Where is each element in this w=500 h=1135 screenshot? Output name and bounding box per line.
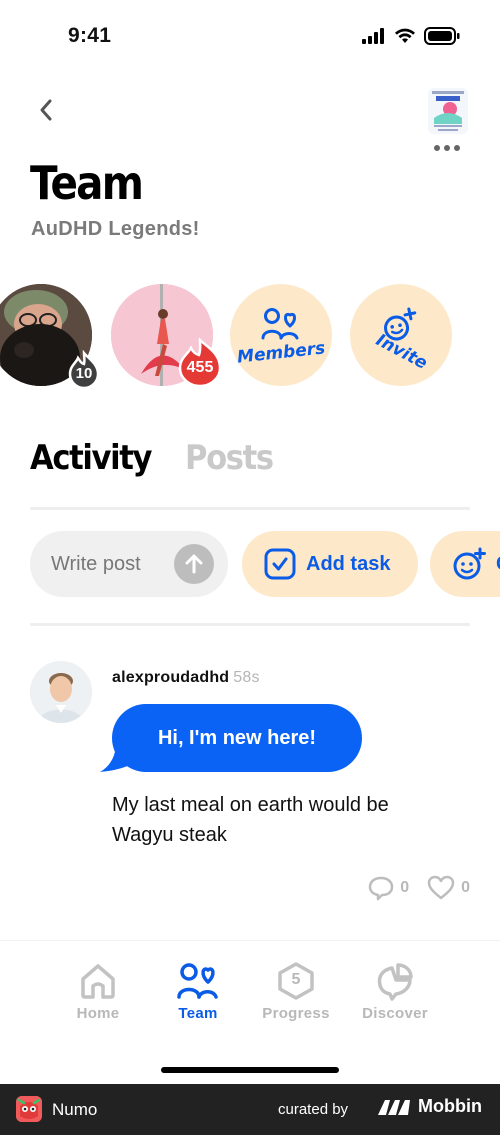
tab-bar: Activity Posts (30, 438, 282, 478)
more-dot (454, 145, 460, 151)
members-label: Members (236, 338, 326, 368)
divider (30, 507, 470, 510)
app-logo-art (16, 1096, 42, 1122)
heart-icon (427, 875, 455, 900)
streak-badge: 455 (174, 336, 226, 388)
post-stats: 0 0 (358, 875, 470, 901)
battery-icon (424, 27, 460, 45)
add-task-button[interactable]: Add task (242, 531, 418, 597)
comment-icon (368, 876, 394, 901)
tab-activity[interactable]: Activity (30, 438, 152, 478)
like-count: 0 (461, 879, 470, 896)
author-avatar[interactable] (30, 661, 92, 723)
app-logo (16, 1096, 42, 1122)
add-task-label: Add task (306, 552, 391, 575)
home-indicator[interactable] (161, 1067, 339, 1073)
attribution-footer: Numo curated by Mobbin (0, 1084, 500, 1135)
nav-home[interactable]: Home (48, 961, 148, 1022)
send-button[interactable] (174, 544, 214, 584)
team-icon (177, 963, 218, 999)
check-in-button[interactable]: C (430, 531, 500, 597)
author-name[interactable]: alexproudadhd (112, 669, 229, 686)
nav-progress[interactable]: 5 Progress (246, 961, 346, 1022)
wifi-icon (395, 28, 415, 43)
more-dot (434, 145, 440, 151)
nav-discover[interactable]: Discover (345, 961, 445, 1022)
streak-count: 10 (75, 365, 93, 382)
comment-button[interactable]: 0 (368, 875, 409, 901)
checkbox-icon (264, 548, 296, 580)
write-post-input[interactable]: Write post (30, 531, 228, 597)
status-time: 9:41 (68, 24, 112, 47)
signal-icon (362, 28, 384, 44)
post-author-line: alexproudadhd 58s (112, 669, 260, 687)
actions-row: Write post Add task C (30, 531, 500, 599)
post-prompt-text: Hi, I'm new here! (157, 726, 317, 749)
check-in-label: C (496, 553, 500, 576)
post-time: 58s (233, 669, 260, 686)
home-icon (81, 964, 115, 999)
nav-home-label: Home (76, 1005, 120, 1022)
members-icon (261, 308, 299, 340)
curated-by-text: curated by (278, 1101, 349, 1118)
divider (30, 623, 470, 626)
invite-button[interactable]: Invite (350, 284, 452, 386)
progress-icon: 5 (275, 961, 317, 1001)
nav-team-label: Team (178, 1005, 218, 1022)
member-row: 10 455 Members Invite (0, 284, 500, 390)
bottom-navigation: Home Team 5 Progress Discover (0, 940, 500, 1040)
arrow-up-icon (185, 554, 203, 574)
mobbin-brand: Mobbin (376, 1096, 482, 1117)
mobbin-logo-icon (378, 1099, 410, 1115)
brand-name: Mobbin (418, 1096, 482, 1116)
streak-count: 455 (186, 359, 214, 376)
comment-count: 0 (400, 879, 410, 896)
like-button[interactable]: 0 (427, 875, 470, 901)
members-button[interactable]: Members (230, 284, 332, 386)
progress-number: 5 (291, 971, 301, 988)
nav-progress-label: Progress (262, 1005, 330, 1022)
team-subtitle: AuDHD Legends! (31, 218, 200, 240)
write-post-placeholder: Write post (51, 552, 141, 575)
streak-badge: 10 (64, 349, 104, 390)
tab-posts[interactable]: Posts (185, 438, 274, 478)
chevron-left-icon (40, 99, 52, 121)
status-bar: 9:41 (0, 0, 500, 74)
nav-discover-label: Discover (362, 1005, 428, 1022)
back-button[interactable] (30, 94, 62, 126)
author-photo (30, 661, 92, 723)
team-image-art (428, 88, 468, 134)
discover-icon (377, 963, 413, 1001)
smiley-plus-icon (453, 547, 486, 580)
nav-team[interactable]: Team (148, 961, 248, 1022)
more-options-button[interactable] (430, 140, 464, 156)
post-prompt-bubble: Hi, I'm new here! (112, 704, 362, 772)
page-title: Team (30, 156, 144, 210)
activity-post: alexproudadhd 58s Hi, I'm new here! My la… (30, 660, 470, 910)
more-dot (444, 145, 450, 151)
app-name: Numo (52, 1100, 98, 1119)
status-icons (362, 27, 460, 45)
post-body: My last meal on earth would be Wagyu ste… (112, 794, 389, 846)
team-image[interactable] (428, 88, 468, 134)
